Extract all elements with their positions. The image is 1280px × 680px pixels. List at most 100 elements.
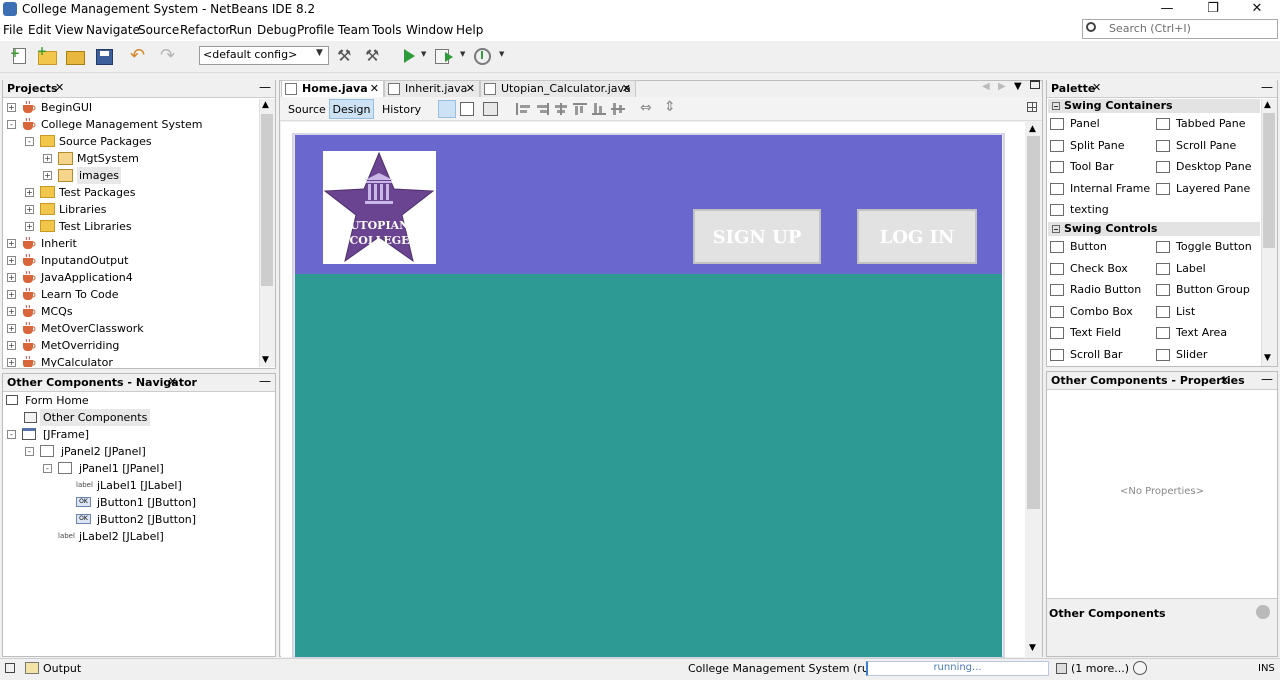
close-window-button[interactable]: ✕ bbox=[1234, 0, 1280, 19]
collapse-icon[interactable] bbox=[1052, 102, 1060, 110]
align-left-icon[interactable] bbox=[516, 103, 530, 115]
align-top-icon[interactable] bbox=[573, 103, 587, 115]
collapse-icon[interactable]: - bbox=[7, 430, 16, 439]
palette-scrollbar-thumb[interactable] bbox=[1263, 113, 1275, 248]
expand-icon[interactable]: + bbox=[25, 205, 34, 214]
expand-icon[interactable]: + bbox=[25, 188, 34, 197]
projects-tab-title[interactable]: Projects bbox=[7, 82, 58, 95]
output-tab[interactable]: Output bbox=[43, 662, 81, 675]
connection-mode-icon[interactable] bbox=[460, 102, 474, 116]
project-tree-item[interactable]: MetOverriding bbox=[41, 337, 119, 354]
close-icon[interactable]: ✕ bbox=[55, 81, 64, 94]
palette-item-desktop-pane[interactable]: Desktop Pane bbox=[1156, 158, 1251, 176]
palette-toggle-icon[interactable] bbox=[1027, 102, 1037, 112]
help-icon[interactable] bbox=[1256, 605, 1270, 619]
menu-window[interactable]: Window bbox=[406, 23, 453, 37]
scroll-up-icon[interactable]: ▲ bbox=[262, 100, 269, 110]
open-project-icon[interactable] bbox=[65, 46, 87, 66]
project-tree-item[interactable]: MyCalculator bbox=[41, 354, 113, 367]
palette-item-layered-pane[interactable]: Layered Pane bbox=[1156, 180, 1250, 198]
scroll-down-icon[interactable]: ▼ bbox=[1029, 643, 1036, 653]
menu-file[interactable]: File bbox=[3, 23, 23, 37]
align-right-icon[interactable] bbox=[535, 103, 549, 115]
close-icon[interactable]: ✕ bbox=[168, 375, 177, 388]
palette-item-button[interactable]: Button bbox=[1050, 238, 1107, 256]
close-icon[interactable]: ✕ bbox=[622, 81, 631, 97]
project-tree-item[interactable]: College Management System bbox=[41, 116, 203, 133]
new-file-icon[interactable]: + bbox=[10, 46, 32, 66]
menu-view[interactable]: View bbox=[55, 23, 83, 37]
palette-item-internal-frame[interactable]: Internal Frame bbox=[1050, 180, 1150, 198]
nav-item-jlabel1[interactable]: jLabel1 [JLabel] bbox=[97, 477, 182, 494]
project-tree-item[interactable]: MetOverClasswork bbox=[41, 320, 144, 337]
show-open-documents-icon[interactable]: ▼ bbox=[1014, 81, 1022, 92]
collapse-icon[interactable]: - bbox=[43, 464, 52, 473]
close-icon[interactable]: ✕ bbox=[370, 81, 379, 97]
run-icon[interactable] bbox=[400, 46, 422, 66]
undo-icon[interactable]: ↶ bbox=[130, 46, 152, 66]
project-tree-item[interactable]: Inherit bbox=[41, 235, 77, 252]
selection-mode-icon[interactable] bbox=[438, 100, 456, 118]
vertical-resize-icon[interactable]: ⇕ bbox=[664, 99, 676, 115]
projects-scrollbar-thumb[interactable] bbox=[261, 114, 273, 286]
palette-item-list[interactable]: List bbox=[1156, 303, 1195, 321]
debug-dropdown-icon[interactable]: ▼ bbox=[460, 50, 465, 58]
close-icon[interactable]: ✕ bbox=[1220, 374, 1229, 387]
minimize-panel-icon[interactable]: — bbox=[1261, 80, 1273, 94]
minimize-panel-icon[interactable]: — bbox=[259, 374, 271, 388]
menu-help[interactable]: Help bbox=[456, 23, 483, 37]
menu-debug[interactable]: Debug bbox=[257, 23, 296, 37]
clean-build-icon[interactable]: ⚒ bbox=[365, 46, 387, 66]
scroll-down-icon[interactable]: ▼ bbox=[262, 355, 269, 365]
horizontal-resize-icon[interactable]: ⇔ bbox=[640, 100, 652, 116]
debug-icon[interactable] bbox=[433, 46, 455, 66]
project-tree-item[interactable]: InputandOutput bbox=[41, 252, 128, 269]
maximize-icon[interactable] bbox=[1030, 80, 1040, 89]
palette-item-text-field[interactable]: Text Field bbox=[1050, 324, 1121, 342]
expand-icon[interactable]: + bbox=[43, 171, 52, 180]
palette-tab-title[interactable]: Palette bbox=[1051, 82, 1095, 95]
palette-item-check-box[interactable]: Check Box bbox=[1050, 260, 1128, 278]
menu-navigate[interactable]: Navigate bbox=[86, 23, 140, 37]
nav-item-jpanel2[interactable]: jPanel2 [JPanel] bbox=[61, 443, 146, 460]
palette-item-panel[interactable]: Panel bbox=[1050, 115, 1100, 133]
collapse-icon[interactable]: - bbox=[25, 447, 34, 456]
nav-item-jlabel2[interactable]: jLabel2 [JLabel] bbox=[79, 528, 164, 545]
collapse-icon[interactable]: - bbox=[7, 120, 16, 129]
project-tree-item[interactable]: Test Packages bbox=[59, 184, 135, 201]
project-tree-item[interactable]: JavaApplication4 bbox=[41, 269, 133, 286]
palette-item-split-pane[interactable]: Split Pane bbox=[1050, 137, 1125, 155]
menu-source[interactable]: Source bbox=[138, 23, 179, 37]
menu-team[interactable]: Team bbox=[338, 23, 370, 37]
properties-tab-title[interactable]: Other Components - Properties bbox=[1051, 374, 1245, 387]
expand-icon[interactable]: + bbox=[25, 222, 34, 231]
minimize-panel-icon[interactable]: — bbox=[259, 80, 271, 94]
expand-icon[interactable]: + bbox=[7, 358, 16, 367]
palette-item-tabbed-pane[interactable]: Tabbed Pane bbox=[1156, 115, 1245, 133]
restore-button[interactable]: ❐ bbox=[1190, 0, 1236, 19]
scroll-tabs-right-icon[interactable]: ▶ bbox=[998, 81, 1006, 92]
tab-utopian-calculator-java[interactable]: Utopian_Calculator.java ✕ bbox=[480, 80, 636, 97]
palette-item-radio-button[interactable]: Radio Button bbox=[1050, 281, 1141, 299]
preview-design-icon[interactable] bbox=[483, 102, 498, 116]
nav-item-form-home[interactable]: Form Home bbox=[25, 392, 89, 409]
align-bottom-icon[interactable] bbox=[592, 103, 606, 115]
profile-icon[interactable] bbox=[472, 46, 494, 66]
expand-icon[interactable]: + bbox=[7, 273, 16, 282]
design-view-button[interactable]: Design bbox=[329, 99, 374, 119]
nav-item-other-components[interactable]: Other Components bbox=[40, 409, 151, 426]
project-tree-item[interactable]: Learn To Code bbox=[41, 286, 118, 303]
expand-icon[interactable]: + bbox=[43, 154, 52, 163]
output-window-icon[interactable] bbox=[5, 663, 15, 673]
nav-item-jbutton1[interactable]: jButton1 [JButton] bbox=[97, 494, 196, 511]
more-tasks-link[interactable]: (1 more...) bbox=[1071, 662, 1129, 675]
minimize-button[interactable]: — bbox=[1144, 0, 1190, 19]
expand-icon[interactable]: + bbox=[7, 307, 16, 316]
project-tree-item[interactable]: Libraries bbox=[59, 201, 107, 218]
palette-item-scroll-bar[interactable]: Scroll Bar bbox=[1050, 346, 1122, 364]
palette-item-label[interactable]: Label bbox=[1156, 260, 1206, 278]
palette-section-swing-containers[interactable]: Swing Containers bbox=[1048, 99, 1260, 113]
palette-section-swing-controls[interactable]: Swing Controls bbox=[1048, 222, 1260, 236]
project-tree-item[interactable]: Source Packages bbox=[59, 133, 152, 150]
build-icon[interactable]: ⚒ bbox=[337, 46, 359, 66]
